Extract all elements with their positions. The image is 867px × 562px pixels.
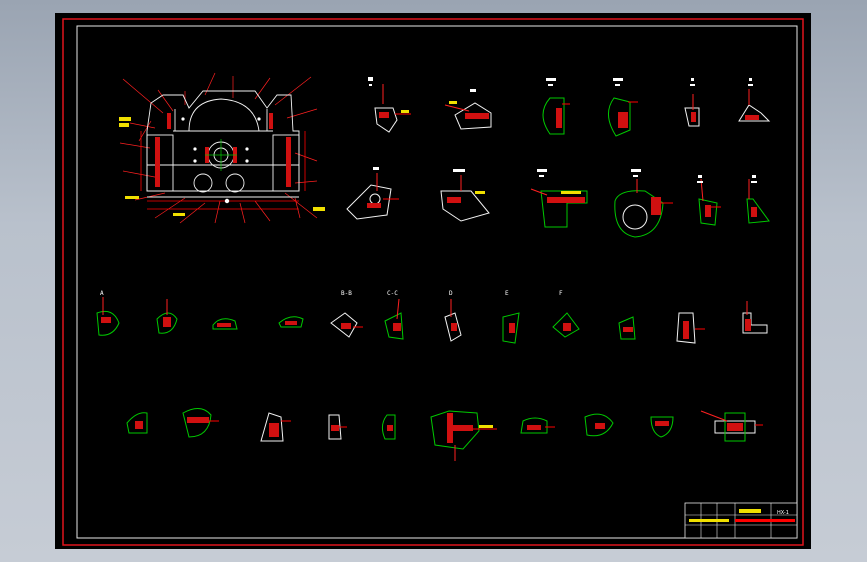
detail-view-29[interactable] xyxy=(381,414,396,440)
detail-view-16[interactable] xyxy=(278,316,304,328)
detail-view-15[interactable] xyxy=(212,318,238,330)
detail-view-28[interactable] xyxy=(328,414,347,440)
detail-view-13[interactable] xyxy=(96,297,120,336)
detail-view-8[interactable] xyxy=(440,175,490,222)
detail-view-22[interactable] xyxy=(618,316,636,340)
row2-view-labels: A B-B C-C D E F xyxy=(100,290,563,297)
detail-view-11[interactable] xyxy=(698,178,721,226)
main-assembly-view[interactable] xyxy=(119,72,325,224)
detail-view-19[interactable] xyxy=(444,299,462,342)
detail-view-24[interactable] xyxy=(742,301,768,334)
outer-frame xyxy=(62,18,804,546)
detail-view-34[interactable] xyxy=(700,410,763,442)
drawing-viewport[interactable]: A B-B C-C D E F HX-1 xyxy=(55,13,811,549)
detail-view-1[interactable] xyxy=(374,84,411,133)
detail-view-9[interactable] xyxy=(530,188,588,228)
title-block[interactable]: HX-1 xyxy=(684,502,798,539)
cad-drawing-canvas[interactable]: A B-B C-C D E F HX-1 xyxy=(55,13,811,549)
detail-view-26[interactable] xyxy=(182,408,219,438)
view-label-c: C-C xyxy=(387,290,398,297)
title-block-part-no: HX-1 xyxy=(777,510,789,516)
view-label-b: B-B xyxy=(341,290,352,297)
detail-view-25[interactable] xyxy=(126,412,148,434)
detail-view-2[interactable] xyxy=(444,101,492,130)
detail-views[interactable] xyxy=(96,84,771,461)
detail-view-7[interactable] xyxy=(346,173,399,220)
detail-view-18[interactable] xyxy=(384,298,404,340)
view-tags xyxy=(368,77,757,183)
detail-view-17[interactable] xyxy=(330,312,363,338)
detail-view-32[interactable] xyxy=(584,413,614,437)
detail-view-4[interactable] xyxy=(608,97,638,137)
detail-view-14[interactable] xyxy=(156,299,178,334)
view-label-f: F xyxy=(559,290,563,297)
detail-view-33[interactable] xyxy=(650,416,674,438)
detail-view-27[interactable] xyxy=(260,412,291,442)
view-label-a: A xyxy=(100,290,104,297)
detail-view-6[interactable] xyxy=(738,89,771,122)
detail-view-10[interactable] xyxy=(614,179,673,238)
detail-view-5[interactable] xyxy=(684,94,700,127)
detail-view-12[interactable] xyxy=(746,179,770,224)
detail-view-21[interactable] xyxy=(552,312,580,338)
detail-view-30[interactable] xyxy=(430,410,497,461)
detail-view-23[interactable] xyxy=(676,312,705,344)
view-label-e: E xyxy=(505,290,509,297)
detail-view-3[interactable] xyxy=(542,97,570,135)
detail-view-31[interactable] xyxy=(520,417,555,434)
view-label-d: D xyxy=(449,290,453,297)
detail-view-20[interactable] xyxy=(502,312,520,344)
